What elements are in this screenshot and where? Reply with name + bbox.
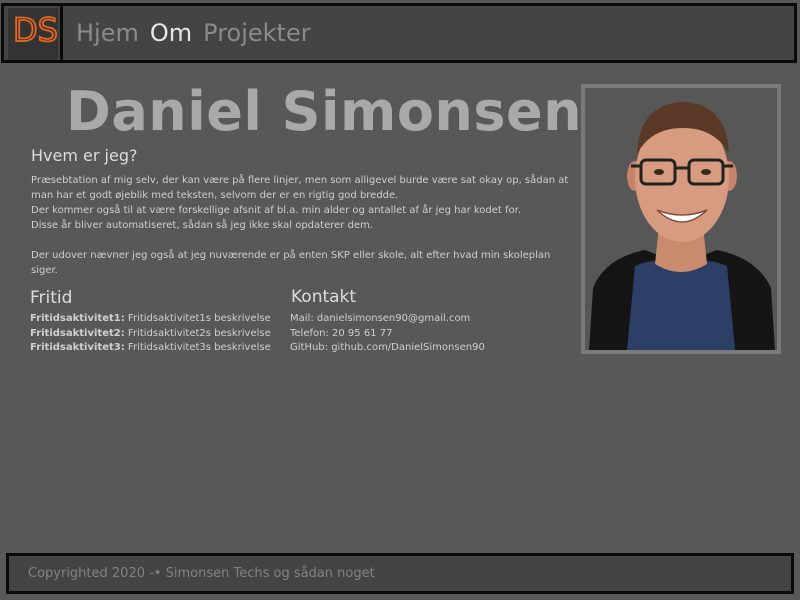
fritid-list: Fritidsaktivitet1: Fritidsaktivitet1s be… xyxy=(30,312,271,356)
navbar: DS Hjem Om Projekter xyxy=(1,3,797,63)
contact-phone[interactable]: Telefon: 20 95 61 77 xyxy=(290,327,485,342)
nav-link-hjem[interactable]: Hjem xyxy=(76,19,139,47)
list-item: Fritidsaktivitet2: Fritidsaktivitet2s be… xyxy=(30,327,271,342)
page-title: Daniel Simonsen xyxy=(66,80,583,143)
kontakt-list: Mail: danielsimonsen90@gmail.com Telefon… xyxy=(290,312,485,356)
contact-github[interactable]: GitHub: github.com/DanielSimonsen90 xyxy=(290,341,485,356)
ds-logo-icon: DS xyxy=(12,10,58,50)
list-item: Fritidsaktivitet3: Fritidsaktivitet3s be… xyxy=(30,341,271,356)
activity-name: Fritidsaktivitet2: xyxy=(30,327,125,339)
nav-divider xyxy=(60,6,63,60)
footer-copyright: Copyrighted 2020 -• Simonsen Techs og så… xyxy=(28,566,375,581)
about-paragraph: Der kommer også til at være forskellige … xyxy=(31,205,522,216)
nav-link-om[interactable]: Om xyxy=(150,19,192,47)
activity-description: Fritidsaktivitet1s beskrivelse xyxy=(127,313,271,324)
footer: Copyrighted 2020 -• Simonsen Techs og så… xyxy=(6,553,794,594)
nav-links: Hjem Om Projekter xyxy=(76,19,311,47)
about-paragraph: Præsebtation af mig selv, der kan være p… xyxy=(31,175,569,201)
list-item: Fritidsaktivitet1: Fritidsaktivitet1s be… xyxy=(30,312,271,327)
profile-photo xyxy=(585,88,777,350)
contact-mail[interactable]: Mail: danielsimonsen90@gmail.com xyxy=(290,312,485,327)
activity-name: Fritidsaktivitet1: xyxy=(30,313,125,324)
about-paragraph: Der udover nævner jeg også at jeg nuvære… xyxy=(31,250,551,276)
nav-link-projekter[interactable]: Projekter xyxy=(203,19,310,47)
about-heading: Hvem er jeg? xyxy=(31,146,138,165)
person-portrait-icon xyxy=(585,88,777,350)
activity-description: Fritidsaktivitet2s beskrivelse xyxy=(127,327,271,339)
activity-description: Fritidsaktivitet3s beskrivelse xyxy=(127,342,271,353)
logo[interactable]: DS xyxy=(8,8,58,60)
activity-name: Fritidsaktivitet3: xyxy=(30,342,125,353)
about-text: Præsebtation af mig selv, der kan være p… xyxy=(31,173,576,278)
kontakt-heading: Kontakt xyxy=(291,287,357,307)
profile-photo-frame xyxy=(581,84,781,354)
svg-text:DS: DS xyxy=(13,11,58,49)
about-paragraph: Disse år bliver automatiseret, sådan så … xyxy=(31,220,373,231)
fritid-heading: Fritid xyxy=(30,288,73,308)
